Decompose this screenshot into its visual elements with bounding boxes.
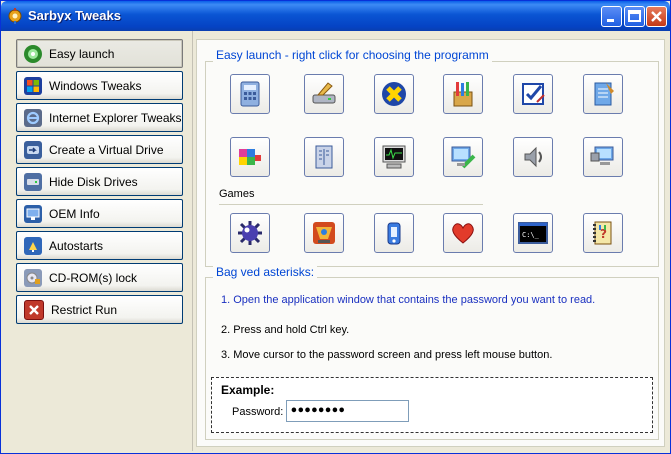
instruction-step-1: 1. Open the application window that cont… [221,294,596,306]
title-bar[interactable]: Sarbyx Tweaks [1,1,670,31]
easy-launch-title: Easy launch - right click for choosing t… [213,48,492,62]
command-prompt-button[interactable]: C:\_ [513,213,553,253]
disk-cleanup-icon [312,82,336,104]
checklist-icon [522,83,545,105]
windows-logo-icon [24,76,42,95]
example-title: Example: [221,383,275,397]
network-icon [590,146,614,165]
calculator-icon [240,81,260,107]
accessibility-icon [382,82,406,106]
pinball-icon [313,222,335,244]
close-icon [651,11,662,22]
sidebar-item-windows-tweaks[interactable]: Windows Tweaks [16,71,183,100]
network-button[interactable] [583,137,623,177]
package-button[interactable] [230,137,270,177]
notepad-icon [594,82,614,106]
sidebar-item-label: OEM Info [49,206,100,221]
content-panel: Easy launch - right click for choosing t… [196,39,665,447]
close-button[interactable] [646,6,667,27]
password-label: Password: [232,406,284,418]
disk-drive-icon [24,172,42,191]
password-field[interactable]: •••••••• [286,400,409,422]
sidebar-item-restrict-run[interactable]: Restrict Run [16,295,183,324]
group-frame-left [205,61,206,266]
sidebar-item-create-virtual-drive[interactable]: Create a Virtual Drive [16,135,183,164]
calculator-button[interactable] [230,74,270,114]
sidebar-item-label: Hide Disk Drives [49,174,138,189]
help-book-icon: ? [593,221,612,245]
app-window: Sarbyx Tweaks Easy launch Windows Tweaks… [0,0,671,454]
minimize-icon [607,19,614,22]
minesweeper-icon [238,221,262,245]
display-properties-button[interactable] [443,137,483,177]
internet-explorer-icon [24,108,42,127]
games-divider [219,204,483,205]
hearts-button[interactable] [443,213,483,253]
sidebar-item-label: Easy launch [49,46,115,61]
asterisks-frame-right [658,277,659,439]
server-button[interactable] [304,137,344,177]
command-prompt-icon: C:\_ [518,222,548,244]
client-area: Easy launch Windows Tweaks Internet Expl… [4,31,667,451]
oem-info-icon [24,204,42,223]
sidebar-item-easy-launch[interactable]: Easy launch [16,39,183,68]
sidebar: Easy launch Windows Tweaks Internet Expl… [4,31,193,451]
instruction-step-3: 3. Move cursor to the password screen an… [221,349,553,361]
group-frame-right [658,61,659,266]
disk-cleanup-button[interactable] [304,74,344,114]
autostart-icon [24,236,42,255]
task-manager-icon [382,145,406,169]
sidebar-item-cdrom-lock[interactable]: CD-ROM(s) lock [16,263,183,292]
restrict-icon [24,299,44,320]
easy-launch-icon [24,44,42,63]
svg-text:C:\_: C:\_ [522,231,540,239]
maximize-icon [628,10,641,22]
maximize-button[interactable] [624,6,645,27]
app-gear-icon [8,8,22,24]
freecell-button[interactable] [374,213,414,253]
hearts-icon [452,223,474,244]
sidebar-item-label: CD-ROM(s) lock [49,270,137,285]
freecell-icon [387,222,401,245]
package-icon [239,149,261,165]
sidebar-item-label: Internet Explorer Tweaks [49,110,182,125]
sidebar-item-label: Create a Virtual Drive [49,142,164,157]
asterisks-title: Bag ved asterisks: [213,265,318,279]
notepad-button[interactable] [583,74,623,114]
display-properties-icon [451,146,476,169]
virtual-drive-icon [24,140,42,159]
sidebar-item-oem-info[interactable]: OEM Info [16,199,183,228]
example-box: Example: Password: •••••••• [211,377,653,433]
volume-icon [524,146,542,168]
checklist-button[interactable] [513,74,553,114]
sidebar-item-label: Restrict Run [51,302,118,317]
volume-button[interactable] [513,137,553,177]
instruction-step-2: 2. Press and hold Ctrl key. [221,324,350,336]
sidebar-item-label: Autostarts [49,238,104,253]
asterisks-frame-left [205,277,206,439]
accessibility-button[interactable] [374,74,414,114]
asterisks-frame-bottom [205,439,659,440]
server-icon [315,145,333,169]
minimize-button[interactable] [601,6,622,27]
minesweeper-button[interactable] [230,213,270,253]
paint-button[interactable] [443,74,483,114]
sidebar-item-internet-explorer-tweaks[interactable]: Internet Explorer Tweaks [16,103,183,132]
paint-icon [453,82,473,107]
window-title: Sarbyx Tweaks [28,8,121,23]
sidebar-item-hide-disk-drives[interactable]: Hide Disk Drives [16,167,183,196]
task-manager-button[interactable] [374,137,414,177]
cdrom-lock-icon [24,268,42,287]
sidebar-item-autostarts[interactable]: Autostarts [16,231,183,260]
sidebar-item-label: Windows Tweaks [49,78,142,93]
help-book-button[interactable]: ? [583,213,623,253]
pinball-button[interactable] [304,213,344,253]
games-label: Games [219,188,255,200]
